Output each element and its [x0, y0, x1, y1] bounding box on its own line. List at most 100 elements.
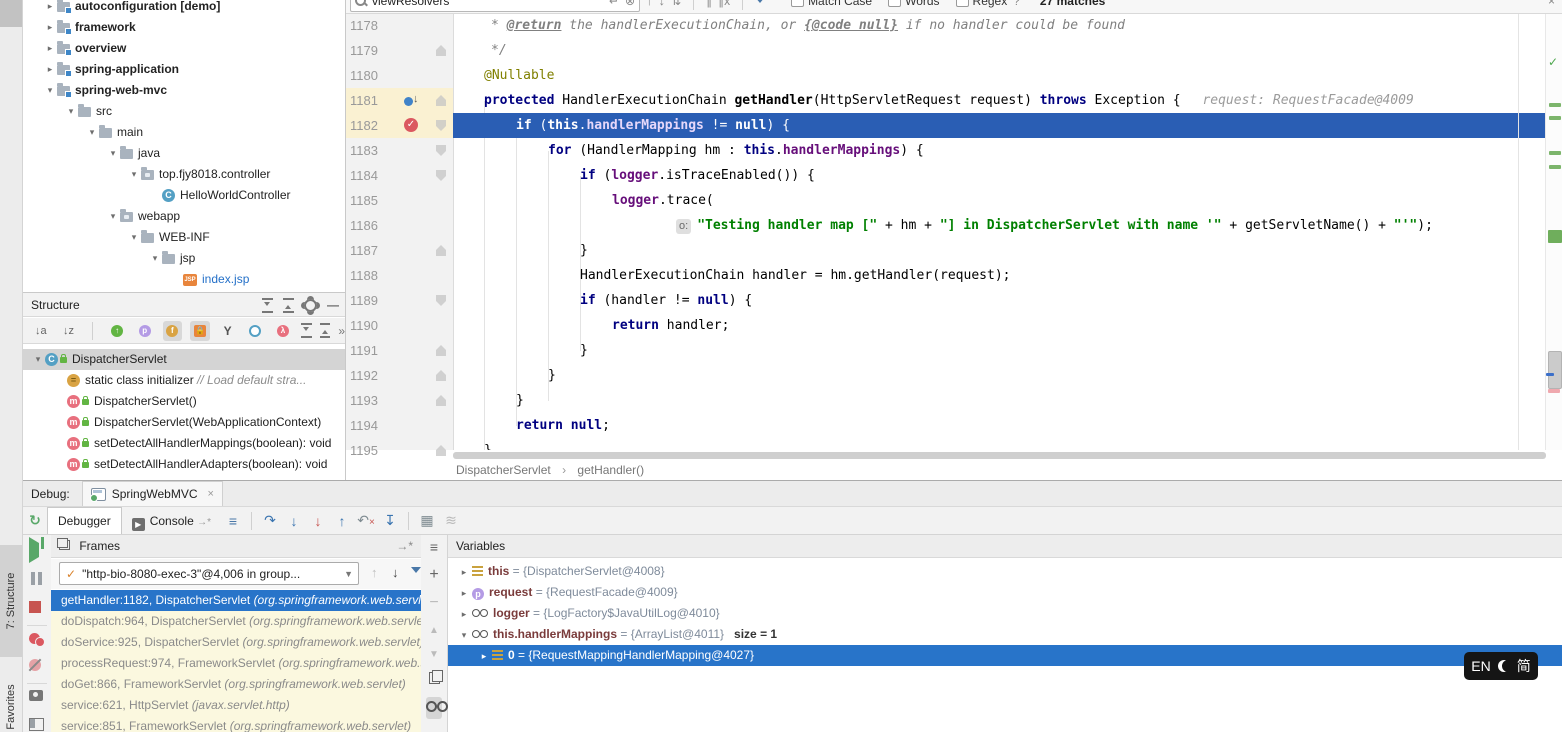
search-option[interactable]: Words: [888, 0, 939, 8]
show-fields-icon[interactable]: f: [163, 321, 183, 341]
breadcrumb-method[interactable]: getHandler(): [577, 463, 644, 477]
search-option[interactable]: Regex: [956, 0, 1008, 8]
project-tree-item[interactable]: CHelloWorldController: [23, 185, 345, 206]
pin-icon[interactable]: →*: [396, 535, 413, 558]
inspections-ok-icon[interactable]: ✓: [1548, 55, 1558, 69]
project-tree-item[interactable]: ▾java: [23, 143, 345, 164]
breakpoint-icon[interactable]: ✓: [404, 118, 418, 132]
structure-item[interactable]: mDispatcherServlet(): [23, 391, 345, 412]
code-line[interactable]: logger.trace(: [453, 188, 1546, 213]
hide-frames-filter-icon[interactable]: [411, 567, 421, 578]
thread-selector[interactable]: ✓ "http-bio-8080-exec-3"@4,006 in group.…: [59, 562, 359, 585]
stripe-mark[interactable]: [1548, 389, 1560, 393]
hide-panel-icon[interactable]: —: [327, 293, 339, 317]
next-frame-icon[interactable]: ↓: [392, 565, 399, 580]
code-line[interactable]: for (HandlerMapping hm : this.handlerMap…: [453, 138, 1546, 163]
project-tree-item[interactable]: JSPindex.jsp: [23, 269, 345, 290]
gutter-cell[interactable]: 1180: [346, 63, 453, 88]
fold-marker-icon[interactable]: [436, 345, 446, 356]
remove-watch-icon[interactable]: −: [426, 595, 442, 611]
stack-frame[interactable]: getHandler:1182, DispatcherServlet (org.…: [51, 590, 421, 611]
gutter-cell[interactable]: 1191: [346, 338, 453, 363]
newline-icon[interactable]: ↵: [609, 0, 619, 8]
code-line[interactable]: protected HandlerExecutionChain getHandl…: [453, 88, 1546, 113]
resume-icon[interactable]: [29, 543, 45, 559]
collapse-all-icon[interactable]: [320, 323, 331, 338]
variable-row[interactable]: ▸prequest = {RequestFacade@4009}: [448, 582, 1562, 603]
show-watches-icon[interactable]: [426, 697, 442, 719]
code-line[interactable]: return handler;: [453, 313, 1546, 338]
gutter-cell[interactable]: 1194: [346, 413, 453, 438]
toolwindow-button-structure[interactable]: 7: Structure: [0, 545, 22, 657]
show-filter-icon[interactable]: ∥x: [718, 0, 730, 8]
show-properties-icon[interactable]: ↑: [107, 321, 127, 341]
gutter-cell[interactable]: 1184: [346, 163, 453, 188]
variables-menu-icon[interactable]: ≡: [426, 539, 442, 555]
expand-all-icon[interactable]: [262, 298, 273, 313]
stack-frame[interactable]: doService:925, DispatcherServlet (org.sp…: [51, 632, 421, 653]
search-input[interactable]: viewResolvers ↵ ⊗: [350, 0, 640, 12]
code-line[interactable]: o:"Testing handler map [" + hm + "] in D…: [453, 213, 1546, 238]
find-all-icon[interactable]: ⇅: [671, 0, 681, 8]
stripe-mark[interactable]: [1549, 151, 1561, 155]
sort-alphabetically-icon[interactable]: ↓z: [59, 321, 79, 341]
evaluate-expression-icon[interactable]: ▦: [415, 512, 439, 529]
layout-menu-icon[interactable]: ≡: [221, 513, 245, 529]
code-line[interactable]: return null;: [453, 413, 1546, 438]
error-stripe[interactable]: ✓: [1545, 13, 1562, 450]
run-to-cursor-icon[interactable]: ↧: [378, 512, 402, 529]
search-filter-icon[interactable]: [755, 0, 765, 8]
duplicate-watch-icon[interactable]: [426, 671, 442, 687]
run-config-tab[interactable]: SpringWebMVC ×: [82, 481, 223, 506]
fold-marker-icon[interactable]: [436, 245, 446, 256]
show-parameters-icon[interactable]: p: [135, 321, 155, 341]
gear-icon[interactable]: [304, 299, 317, 312]
code-line[interactable]: if (logger.isTraceEnabled()) {: [453, 163, 1546, 188]
fold-marker-icon[interactable]: [436, 120, 446, 131]
stop-icon[interactable]: [29, 599, 45, 615]
mute-breakpoints-icon[interactable]: [29, 657, 45, 673]
gutter-cell[interactable]: 1187: [346, 238, 453, 263]
code-line[interactable]: @Nullable: [453, 63, 1546, 88]
search-option[interactable]: Match Case: [791, 0, 872, 8]
structure-item[interactable]: msetDetectAllHandlerAdapters(boolean): v…: [23, 454, 345, 475]
gutter-cell[interactable]: 1192: [346, 363, 453, 388]
project-tree-item[interactable]: ▸framework: [23, 17, 345, 38]
code-line[interactable]: }: [453, 388, 1546, 413]
drop-frame-icon[interactable]: ↶×: [354, 512, 378, 529]
tab-console[interactable]: ▶Console →*: [122, 508, 221, 534]
gutter-cell[interactable]: 1182✓: [346, 113, 453, 138]
structure-item[interactable]: =static class initializer // Load defaul…: [23, 370, 345, 391]
stack-frame[interactable]: doGet:866, FrameworkServlet (org.springf…: [51, 674, 421, 695]
stack-frame[interactable]: processRequest:974, FrameworkServlet (or…: [51, 653, 421, 674]
sort-by-visibility-icon[interactable]: ↓a: [31, 321, 51, 341]
code-line[interactable]: }: [453, 338, 1546, 363]
fold-marker-icon[interactable]: [436, 145, 446, 156]
step-out-icon[interactable]: ↑: [330, 513, 354, 529]
code-line[interactable]: }: [453, 438, 1546, 450]
code-line[interactable]: * @return the handlerExecutionChain, or …: [453, 13, 1546, 38]
expand-all-icon[interactable]: [301, 323, 312, 338]
code-line[interactable]: if (this.handlerMappings != null) {: [453, 113, 1546, 138]
close-tab-icon[interactable]: ×: [208, 488, 214, 500]
select-all-occurrences-icon[interactable]: ∥: [706, 0, 712, 8]
code-line[interactable]: }: [453, 238, 1546, 263]
project-tree-item[interactable]: ▾spring-web-mvc: [23, 80, 345, 101]
move-watch-up-icon[interactable]: ▲: [426, 623, 442, 639]
regex-help-icon[interactable]: ?: [1013, 0, 1020, 8]
step-into-icon[interactable]: ↓: [282, 513, 306, 529]
stack-frame[interactable]: doDispatch:964, DispatcherServlet (org.s…: [51, 611, 421, 632]
view-breakpoints-icon[interactable]: [29, 631, 45, 647]
project-tree-item[interactable]: ▾WEB-INF: [23, 227, 345, 248]
editor-gutter[interactable]: 11781179118011811182✓1183118411851186118…: [346, 13, 454, 450]
fold-marker-icon[interactable]: [436, 445, 446, 456]
show-lambdas-icon[interactable]: λ: [273, 321, 293, 341]
variable-row[interactable]: ▸0 = {RequestMappingHandlerMapping@4027}: [448, 645, 1562, 666]
stripe-mark[interactable]: [1549, 103, 1561, 107]
gutter-cell[interactable]: 1178: [346, 13, 453, 38]
gutter-cell[interactable]: 1193: [346, 388, 453, 413]
gutter-cell[interactable]: 1186: [346, 213, 453, 238]
gutter-cell[interactable]: 1183: [346, 138, 453, 163]
gutter-cell[interactable]: 1190: [346, 313, 453, 338]
gutter-cell[interactable]: 1188: [346, 263, 453, 288]
